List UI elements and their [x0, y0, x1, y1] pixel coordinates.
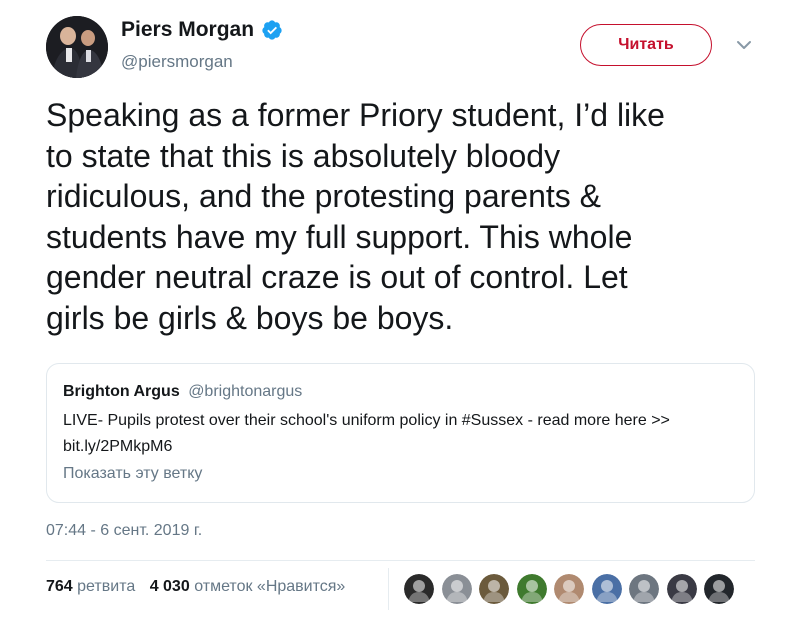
quoted-tweet-header: Brighton Argus @brightonargus	[63, 383, 302, 401]
liker-avatar-icon[interactable]	[479, 574, 509, 604]
retweets-label: ретвита	[77, 578, 136, 595]
retweets-stat[interactable]: 764 ретвита	[46, 578, 135, 595]
quoted-author-handle: @brightonargus	[188, 383, 303, 400]
likes-label: отметок «Нравится»	[194, 578, 346, 595]
liker-avatar-icon[interactable]	[516, 574, 547, 604]
likes-stat[interactable]: 4 030 отметок «Нравится»	[150, 578, 346, 595]
liker-avatar-icon[interactable]	[404, 574, 434, 604]
liker-avatar-icon[interactable]	[591, 574, 622, 604]
author-handle[interactable]: @piersmorgan	[121, 52, 233, 72]
tweet-timestamp[interactable]: 07:44 - 6 сент. 2019 г.	[46, 522, 202, 540]
quoted-text-link: bit.ly/2PMkpM6	[63, 438, 173, 455]
follow-button[interactable]: Читать	[580, 24, 712, 66]
liker-avatar-icon[interactable]	[554, 574, 584, 604]
tweet-text: Speaking as a former Priory student, I’d…	[46, 97, 665, 336]
retweets-count: 764	[46, 578, 73, 595]
verified-badge-icon	[261, 19, 283, 41]
liker-avatar-icon[interactable]	[666, 574, 697, 604]
liker-avatar-icon[interactable]	[704, 574, 734, 604]
divider	[46, 560, 755, 561]
show-thread-link[interactable]: Показать эту ветку	[63, 465, 202, 483]
author-display-name[interactable]: Piers Morgan	[121, 18, 254, 42]
stats-separator	[388, 568, 389, 610]
author-avatar[interactable]	[46, 16, 108, 78]
tweet-stats: 764 ретвита 4 030 отметок «Нравится»	[46, 578, 355, 596]
quoted-author-name: Brighton Argus	[63, 383, 180, 400]
quoted-tweet-text: LIVE- Pupils protest over their school's…	[63, 408, 743, 460]
chevron-down-icon[interactable]	[735, 36, 753, 54]
likers-avatars	[404, 574, 742, 604]
quoted-text-line: LIVE- Pupils protest over their school's…	[63, 412, 670, 429]
liker-avatar-icon[interactable]	[629, 574, 659, 604]
tweet-card: Piers Morgan @piersmorgan Читать Speakin…	[0, 0, 800, 618]
profile-photo-icon	[46, 16, 108, 78]
quoted-tweet[interactable]: Brighton Argus @brightonargus LIVE- Pupi…	[46, 363, 755, 503]
liker-avatar-icon[interactable]	[441, 574, 472, 604]
likes-count: 4 030	[149, 578, 190, 595]
author-name-row: Piers Morgan	[121, 18, 283, 42]
